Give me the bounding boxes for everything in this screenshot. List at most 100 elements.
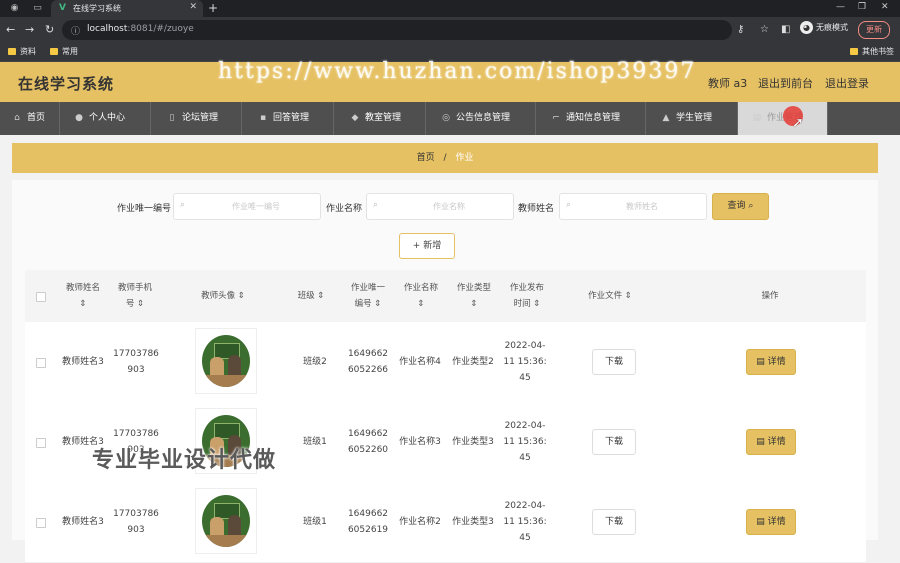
homework-type-cell: 作业类型2: [452, 357, 494, 367]
download-button[interactable]: 下载: [592, 429, 636, 455]
publish-time-cell: 2022-04-11 15:36:45: [503, 341, 547, 383]
incognito-indicator[interactable]: ◕ 无痕模式: [800, 21, 848, 34]
mouse-cursor-icon: ➚: [792, 115, 804, 131]
column-header[interactable]: 作业唯一 编号 ⇕: [343, 270, 393, 322]
detail-button[interactable]: ▤ 详情: [746, 509, 796, 535]
overlay-watermark: 专业毕业设计代做: [92, 448, 277, 473]
nav-item-notification[interactable]: ⌐ 通知信息管理: [536, 102, 646, 135]
other-bookmarks[interactable]: 其他书签: [850, 46, 894, 57]
column-header[interactable]: 作业文件 ⇕: [565, 270, 655, 322]
nav-item-students[interactable]: ▲ 学生管理: [646, 102, 738, 135]
publish-time-cell: 2022-04-11 15:36:45: [503, 501, 547, 543]
breadcrumb-current: 作业: [455, 153, 474, 163]
add-button[interactable]: + 新增: [399, 233, 455, 259]
homework-name-cell: 作业名称3: [399, 437, 441, 447]
nav-item-answers[interactable]: ▪ 回答管理: [242, 102, 334, 135]
publish-time-cell: 2022-04-11 15:36:45: [503, 421, 547, 463]
homework-name-field[interactable]: ⌕: [366, 193, 514, 220]
homework-code-field[interactable]: ⌕: [173, 193, 321, 220]
column-header[interactable]: 班级 ⇕: [285, 270, 337, 322]
breadcrumb: 首页 / 作业: [12, 143, 878, 173]
app-title: 在线学习系统: [18, 75, 115, 93]
row-checkbox[interactable]: [36, 358, 46, 368]
minimize-icon[interactable]: —: [836, 2, 845, 12]
column-header[interactable]: 作业发布 时间 ⇕: [501, 270, 553, 322]
browser-tab[interactable]: V 在线学习系统 ✕: [51, 0, 203, 17]
homework-code-input[interactable]: [194, 198, 318, 215]
tab-search-icon[interactable]: ▭: [32, 3, 43, 14]
row-checkbox[interactable]: [36, 518, 46, 528]
incognito-icon: ◕: [800, 21, 813, 34]
homework-name-input[interactable]: [387, 198, 511, 215]
side-panel-icon[interactable]: ◧: [781, 24, 790, 35]
homework-code-cell: 16496626052266: [347, 349, 389, 375]
detail-button[interactable]: ▤ 详情: [746, 349, 796, 375]
restore-icon[interactable]: ❐: [858, 2, 866, 12]
nav-item-home[interactable]: ⌂ 首页: [0, 102, 60, 135]
folder-icon: [850, 48, 858, 55]
browser-menu-icon[interactable]: ◉: [9, 3, 20, 14]
watermark-text: https://www.huzhan.com/ishop39397: [218, 59, 697, 84]
notice-icon: ◎: [442, 113, 450, 123]
bookmark-folder[interactable]: 资料: [8, 46, 36, 57]
homework-type-cell: 作业类型3: [452, 437, 494, 447]
forward-icon[interactable]: →: [25, 23, 34, 37]
logout-link[interactable]: 退出登录: [825, 75, 869, 91]
teacher-avatar: [195, 328, 257, 394]
homework-code-label: 作业唯一编号: [117, 204, 172, 214]
close-icon[interactable]: ✕: [189, 2, 197, 12]
folder-icon: [8, 48, 16, 55]
detail-button[interactable]: ▤ 详情: [746, 429, 796, 455]
update-button[interactable]: 更新: [858, 21, 890, 39]
bookmark-folder[interactable]: 常用: [50, 46, 78, 57]
reload-icon[interactable]: ↻: [45, 23, 54, 37]
homework-type-cell: 作业类型3: [452, 517, 494, 527]
homework-code-cell: 16496626052260: [347, 429, 389, 455]
nav-item-classroom[interactable]: ◆ 教室管理: [334, 102, 426, 135]
search-icon: ⌕: [373, 200, 379, 210]
teacher-name-field[interactable]: ⌕: [559, 193, 707, 220]
table-header: 教师姓名 ⇕ 教师手机号 ⇕ 教师头像 ⇕ 班级 ⇕ 作业唯一 编号 ⇕ 作业名称 ⇕…: [25, 270, 866, 322]
current-user: 教师 a3: [708, 77, 748, 90]
user-icon: ●: [75, 113, 83, 123]
folder-icon: [50, 48, 58, 55]
window-close-icon[interactable]: ✕: [881, 2, 889, 12]
star-icon[interactable]: ☆: [760, 24, 769, 35]
row-checkbox[interactable]: [36, 438, 46, 448]
search-icon: ⌕: [180, 200, 186, 210]
column-header[interactable]: 教师手机号 ⇕: [109, 270, 161, 322]
nav-item-forum[interactable]: ▯ 论坛管理: [151, 102, 242, 135]
column-header[interactable]: 作业类型 ⇕: [449, 270, 499, 322]
main-nav: ⌂ 首页 ● 个人中心 ▯ 论坛管理 ▪ 回答管理 ◆ 教室管理 ◎ 公告信息管理 ⌐ 通知信…: [0, 102, 900, 135]
teacher-avatar: [195, 488, 257, 554]
column-header[interactable]: 作业名称 ⇕: [397, 270, 445, 322]
breadcrumb-home[interactable]: 首页: [417, 153, 435, 163]
location-icon: ◆: [351, 113, 359, 123]
key-icon[interactable]: ⚷: [737, 24, 744, 35]
teacher-name-input[interactable]: [580, 198, 704, 215]
homework-name-cell: 作业名称4: [399, 357, 441, 367]
back-icon[interactable]: ←: [6, 23, 15, 37]
search-icon: ⌕: [566, 200, 572, 210]
download-button[interactable]: 下载: [592, 509, 636, 535]
address-bar[interactable]: ⓘ localhost:8081/#/zuoye: [62, 20, 732, 40]
homework-icon: ▤: [752, 113, 762, 123]
download-button[interactable]: 下载: [592, 349, 636, 375]
browser-tab-title: 在线学习系统: [73, 4, 121, 13]
query-label: 查询: [727, 201, 746, 211]
nav-item-announcement[interactable]: ◎ 公告信息管理: [426, 102, 536, 135]
back-to-front-link[interactable]: 退出到前台: [758, 75, 813, 91]
teacher-phone-cell: 17703786903: [113, 349, 159, 375]
column-header[interactable]: 教师姓名 ⇕: [57, 270, 109, 322]
class-cell: 班级2: [303, 357, 327, 367]
info-icon[interactable]: ⓘ: [71, 24, 80, 37]
class-cell: 班级1: [303, 437, 327, 447]
query-button[interactable]: 查询 ⌕: [712, 193, 769, 220]
teacher-phone-cell: 17703786903: [113, 509, 159, 535]
select-all-checkbox[interactable]: [36, 292, 46, 302]
new-tab-icon[interactable]: +: [208, 1, 218, 15]
homework-name-label: 作业名称: [326, 204, 363, 214]
column-header[interactable]: 教师头像 ⇕: [161, 270, 285, 322]
answer-icon: ▪: [259, 113, 267, 123]
nav-item-profile[interactable]: ● 个人中心: [60, 102, 151, 135]
